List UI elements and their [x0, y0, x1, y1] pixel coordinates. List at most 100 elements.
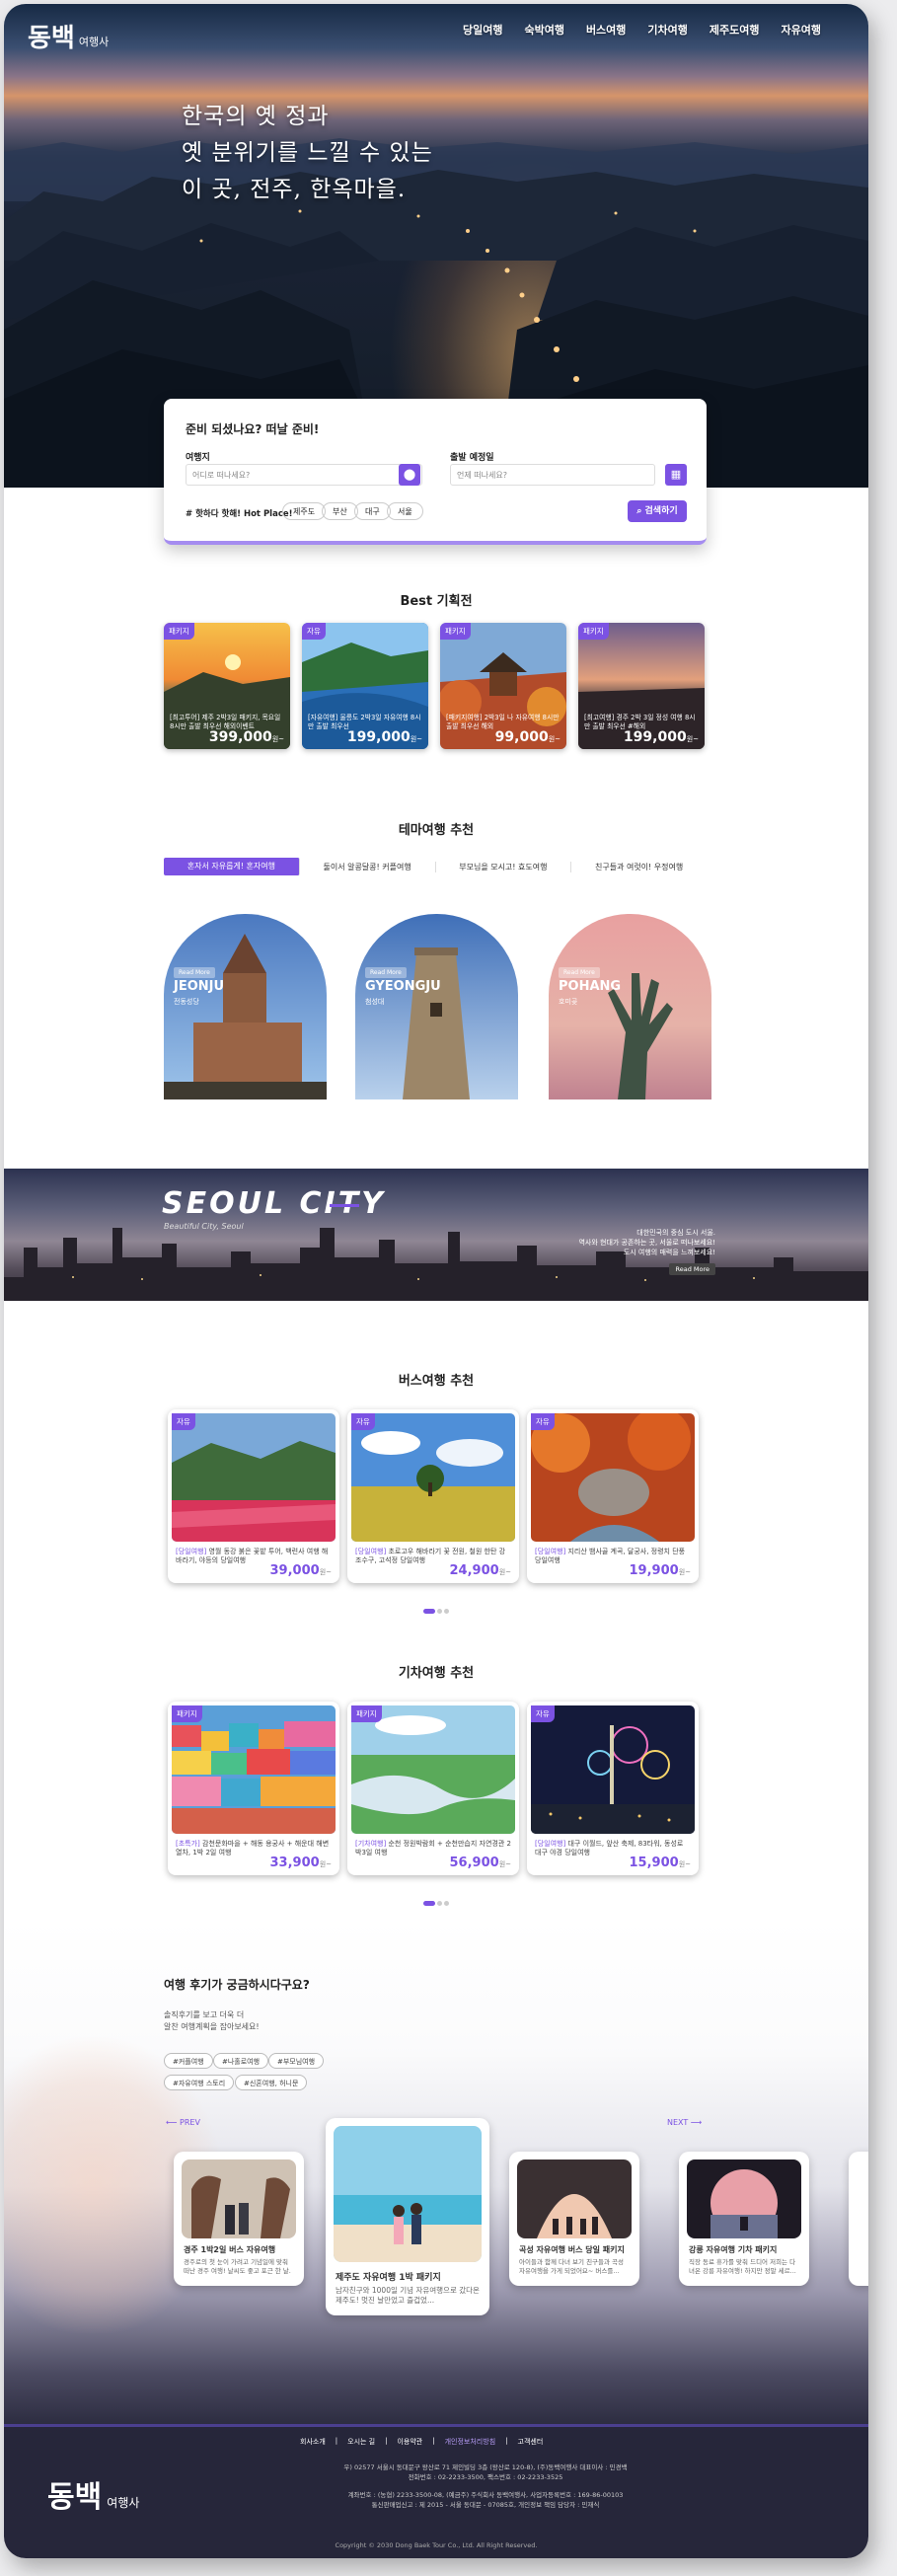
tab-couple-trip[interactable]: 둘이서 알콩달콩! 커플여행	[300, 861, 436, 872]
review-tag-honeymoon[interactable]: #신혼여행, 허니문	[235, 2075, 308, 2090]
train-trip-card[interactable]: 패키지 [초특가] 감천문화마을 + 해동 용궁사 + 해운대 해변 열차, 1…	[168, 1702, 339, 1875]
nav-train-trip[interactable]: 기차여행	[647, 22, 687, 38]
city-tag: Read More	[174, 967, 215, 978]
review-card[interactable]: 경주 1박2일 버스 자유여행 경주로의 첫 눈이 가려고 기념일에 맞춰 떠난…	[174, 2152, 304, 2286]
card-image	[531, 1705, 695, 1834]
brand-logo[interactable]: 동백 여행사	[28, 18, 109, 54]
page: 동백 여행사 당일여행 숙박여행 버스여행 기차여행 제주도여행 자유여행 한국…	[4, 4, 868, 2558]
bus-trip-card[interactable]: 자유 [당일여행] 영월 동강 붉은 꽃밭 투어, 백련사 여행 해바라기, 야…	[168, 1409, 339, 1583]
footer-link-privacy[interactable]: 개인정보처리방침	[445, 2437, 496, 2447]
hot-tag-jeju[interactable]: 제주도	[282, 502, 327, 520]
search-button[interactable]: ⌕ 검색하기	[628, 500, 687, 522]
review-card-title: 제주도 자유여행 1박 패키지	[336, 2273, 441, 2283]
city-name-ko: 첨성대	[365, 998, 385, 1006]
nav-jeju-trip[interactable]: 제주도여행	[710, 22, 760, 38]
slider-dot[interactable]	[444, 1609, 449, 1614]
review-card-text: 남자친구와 1000일 기념 자유여행으로 갔다온 제주도! 멋진 날만었고 즐…	[336, 2286, 480, 2305]
tab-friends-trip[interactable]: 친구들과 여럿이! 우정여행	[571, 862, 707, 872]
card-badge: 자유	[351, 1413, 375, 1430]
cheomseongdae-image	[355, 914, 518, 1099]
hot-tag-daegu[interactable]: 대구	[354, 502, 391, 520]
footer-link-directions[interactable]: 오시는 길	[347, 2437, 375, 2447]
bus-trip-card[interactable]: 자유 [당일여행] 초로고우 해바라기 꽃 전원, 철원 한탄 강 조수구, 고…	[347, 1409, 519, 1583]
train-trip-card[interactable]: 패키지 [기차여행] 순천 정원박람회 + 순천만습지 자연경관 2박3일 여행…	[347, 1702, 519, 1875]
review-photo	[687, 2159, 801, 2238]
train-section-title: 기차여행 추천	[398, 1666, 475, 1681]
homigot-hand-image	[549, 914, 711, 1099]
calendar-icon[interactable]: ▦	[665, 464, 687, 486]
card-badge: 자유	[531, 1413, 555, 1430]
footer: 회사소개 | 오시는 길 | 이용약관 | 개인정보처리방침 | 고객센터 동백 여행사…	[4, 2424, 868, 2558]
slider-dot[interactable]	[437, 1901, 442, 1906]
tab-parents-trip[interactable]: 부모님을 모시고! 효도여행	[436, 861, 572, 872]
location-pin-icon[interactable]: ⬤	[399, 464, 420, 486]
tab-solo-trip[interactable]: 혼자서 자유롭게! 혼자여행	[164, 858, 300, 875]
best-badge: 패키지	[164, 623, 194, 640]
review-tag-parents[interactable]: #부모님여행	[268, 2053, 325, 2069]
price-value: 199,000	[346, 729, 411, 745]
hot-tag-seoul[interactable]: 서울	[387, 502, 423, 520]
best-card[interactable]: 패키지 [패키지여행] 2박3일 나 자유여행 8시만 출발 최우선 해외 99…	[440, 623, 566, 749]
nav-stay-trip[interactable]: 숙박여행	[524, 22, 563, 38]
review-card[interactable]: 강릉 자유여행 기차 패키지 직장 동료 휴가를 맞춰 드디어 저희는 다녀온 …	[679, 2152, 809, 2286]
theme-city-card[interactable]: Read More POHANG 호미곶	[549, 914, 711, 1099]
review-tag-couple[interactable]: #커플여행	[164, 2053, 213, 2069]
review-next-button[interactable]: NEXT ⟶	[667, 2118, 702, 2127]
review-card-featured[interactable]: 제주도 자유여행 1박 패키지 남자친구와 1000일 기념 자유여행으로 갔다…	[326, 2118, 489, 2315]
seoul-desc-line-1: 대한민국의 중심 도시 서울.	[636, 1229, 715, 1237]
destination-input[interactable]: 어디로 떠나세요?	[186, 464, 422, 486]
date-input[interactable]: 언제 떠나세요?	[450, 464, 655, 486]
nav-free-trip[interactable]: 자유여행	[782, 22, 821, 38]
nav-day-trip[interactable]: 당일여행	[463, 22, 502, 38]
slider-dot[interactable]	[437, 1609, 442, 1614]
best-price: 399,000원~	[209, 729, 284, 745]
best-card[interactable]: 패키지 [최고투어] 제주 2박3일 패키지, 목요일 8시만 출발 최우선 해…	[164, 623, 290, 749]
best-card[interactable]: 자유 [자유여행] 울릉도 2박3일 자유여행 8시만 출발 최우선 199,0…	[302, 623, 428, 749]
card-badge: 패키지	[172, 1705, 202, 1722]
date-label: 출발 예정일	[450, 453, 494, 463]
review-photo	[334, 2126, 482, 2262]
bus-section-title: 버스여행 추천	[398, 1374, 475, 1389]
footer-info-line: 계좌번호 : (농협) 2233-3500-08, (예금주) 주식회사 동백여…	[347, 2491, 624, 2499]
footer-link-terms[interactable]: 이용약관	[397, 2437, 422, 2447]
card-price: 24,900원~	[450, 1563, 511, 1578]
review-card-title: 강릉 자유여행 기차 패키지	[689, 2245, 778, 2254]
footer-link-about[interactable]: 회사소개	[300, 2437, 326, 2447]
theme-section-title: 테마여행 추천	[398, 823, 475, 838]
search-button-label: 검색하기	[644, 506, 678, 516]
train-trip-card[interactable]: 자유 [당일여행] 대구 이월드, 앞산 축제, 83타워, 동성로 대구 야경…	[527, 1702, 699, 1875]
theme-city-card[interactable]: Read More JEONJU 전동성당	[164, 914, 327, 1099]
review-card[interactable]: 곡성 자유여행 버스 당일 패키지 아이들과 함께 다녀 보기 친구들과 곡성 …	[509, 2152, 639, 2286]
seoul-read-more-button[interactable]: Read More	[669, 1263, 715, 1275]
footer-logo[interactable]: 동백 여행사	[47, 2472, 139, 2516]
footer-link-support[interactable]: 고객센터	[518, 2437, 544, 2447]
nav-bus-trip[interactable]: 버스여행	[586, 22, 626, 38]
footer-copyright: Copyright © 2030 Dong Baek Tour Co., Ltd…	[335, 2541, 538, 2549]
review-card-title: 경주 1박2일 버스 자유여행	[184, 2245, 276, 2254]
search-panel: 준비 되셨나요? 떠날 준비! 여행지 어디로 떠나세요? ⬤ 출발 예정일 언…	[164, 399, 707, 545]
hot-place-label: # 핫하다 핫해! Hot Place!	[186, 509, 293, 519]
jeonju-cathedral-image	[164, 914, 327, 1099]
slider-dot[interactable]	[423, 1901, 435, 1906]
review-tag-free-story[interactable]: #자유여행 스토리	[164, 2075, 235, 2090]
prev-label: PREV	[180, 2118, 200, 2127]
footer-divider: |	[385, 2437, 388, 2445]
bus-trip-card[interactable]: 자유 [당일여행] 지리산 뱀사골 계곡, 달궁사, 정령치 단풍 당일여행 1…	[527, 1409, 699, 1583]
hero-headline: 한국의 옛 정과 옛 분위기를 느낄 수 있는 이 곳, 전주, 한옥마을.	[182, 99, 433, 208]
card-tag: [당일여행]	[176, 1548, 207, 1555]
footer-divider: |	[335, 2437, 338, 2445]
card-image	[172, 1413, 336, 1542]
slider-dot[interactable]	[423, 1609, 435, 1614]
slider-dot[interactable]	[444, 1901, 449, 1906]
card-price: 56,900원~	[450, 1856, 511, 1870]
best-card[interactable]: 패키지 [최고여행] 경주 2박 3일 정성 여행 8시만 출발 최우선 #해외…	[578, 623, 705, 749]
review-tag-solo[interactable]: #나홀로여행	[213, 2053, 269, 2069]
footer-info-line: 전화번호 : 02-2233-3500, 팩스번호 : 02-2233-3525	[408, 2473, 563, 2481]
review-prev-button[interactable]: ⟵ PREV	[166, 2118, 200, 2127]
hot-tag-busan[interactable]: 부산	[322, 502, 358, 520]
card-price: 15,900원~	[630, 1856, 691, 1870]
next-label: NEXT	[667, 2118, 689, 2127]
review-card-partial[interactable]	[849, 2152, 868, 2286]
hero-line-3: 이 곳, 전주, 한옥마을.	[182, 177, 407, 202]
theme-city-card[interactable]: Read More GYEONGJU 첨성대	[355, 914, 518, 1099]
